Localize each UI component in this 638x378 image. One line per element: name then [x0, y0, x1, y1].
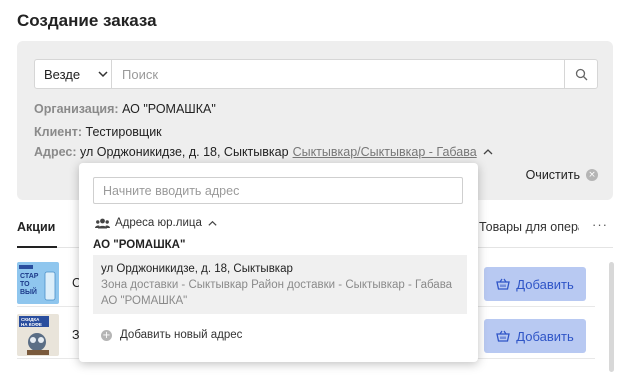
close-icon: ×	[586, 169, 598, 181]
product-thumbnail: СТАР ТО ВЫЙ	[17, 262, 59, 304]
organization-heading: АО "РОМАШКА"	[93, 239, 186, 251]
clear-label: Очистить	[525, 168, 580, 182]
thumb-text: ТО	[20, 281, 30, 288]
address-info: Адрес: ул Орджоникидзе, д. 18, Сыктывкар…	[34, 145, 494, 159]
plus-icon: +	[101, 329, 112, 341]
legal-addresses-toggle[interactable]: Адреса юр.лица	[95, 217, 223, 229]
thumb-text: СТАР	[20, 273, 39, 280]
tab-operation-goods[interactable]: Товары для опера	[479, 220, 579, 234]
add-new-address-button[interactable]: + Добавить новый адрес	[101, 329, 242, 341]
address-search-input[interactable]	[93, 177, 463, 204]
search-scope-select[interactable]: Везде	[35, 60, 112, 88]
users-icon	[95, 218, 110, 228]
search-button[interactable]	[564, 60, 597, 88]
page-title: Создание заказа	[17, 11, 157, 30]
search-bar: Везде	[34, 59, 598, 89]
search-icon	[575, 68, 587, 80]
scrollbar[interactable]	[609, 262, 614, 372]
product-thumbnail: СКИДКА НА КОФЕ	[17, 314, 59, 356]
tabs-more-button[interactable]: ···	[592, 217, 608, 232]
address-dropdown: Адреса юр.лица АО "РОМАШКА" ул Орджоники…	[79, 163, 478, 362]
chevron-down-icon	[98, 71, 108, 78]
address-option-org: АО "РОМАШКА"	[101, 295, 188, 307]
address-option[interactable]: ул Орджоникидзе, д. 18, Сыктывкар Зона д…	[93, 255, 467, 314]
client-value: Тестировщик	[85, 125, 162, 139]
thumb-text: ВЫЙ	[20, 287, 37, 296]
add-button-label: Добавить	[516, 276, 574, 292]
tab-promotions[interactable]: Акции	[17, 220, 58, 248]
address-option-street: ул Орджоникидзе, д. 18, Сыктывкар	[101, 263, 293, 275]
legal-addresses-label: Адреса юр.лица	[115, 217, 202, 229]
thumb-text: НА КОФЕ	[21, 322, 42, 327]
address-label: Адрес:	[34, 145, 77, 159]
delivery-zone-link[interactable]: Сыктывкар/Сыктывкар - Габава	[293, 145, 477, 159]
organization-label: Организация:	[34, 102, 119, 116]
add-button[interactable]: Добавить	[484, 267, 586, 301]
address-option-zone: Зона доставки - Сыктывкар Район доставки…	[101, 279, 453, 291]
organization-info: Организация: АО "РОМАШКА"	[34, 102, 216, 116]
search-scope-value: Везде	[44, 66, 81, 82]
chevron-up-icon	[208, 220, 217, 226]
address-value: ул Орджоникидзе, д. 18, Сыктывкар	[79, 145, 289, 159]
organization-value: АО "РОМАШКА"	[122, 102, 216, 116]
chevron-up-icon[interactable]	[482, 146, 494, 158]
add-button[interactable]: Добавить	[484, 319, 586, 353]
add-new-address-label: Добавить новый адрес	[120, 329, 243, 341]
client-label: Клиент:	[34, 125, 83, 139]
add-button-label: Добавить	[516, 328, 574, 344]
search-input[interactable]	[112, 60, 564, 88]
clear-button[interactable]: Очистить ×	[526, 168, 598, 182]
basket-icon	[496, 278, 511, 290]
client-info: Клиент: Тестировщик	[34, 125, 162, 139]
basket-icon	[496, 330, 511, 342]
